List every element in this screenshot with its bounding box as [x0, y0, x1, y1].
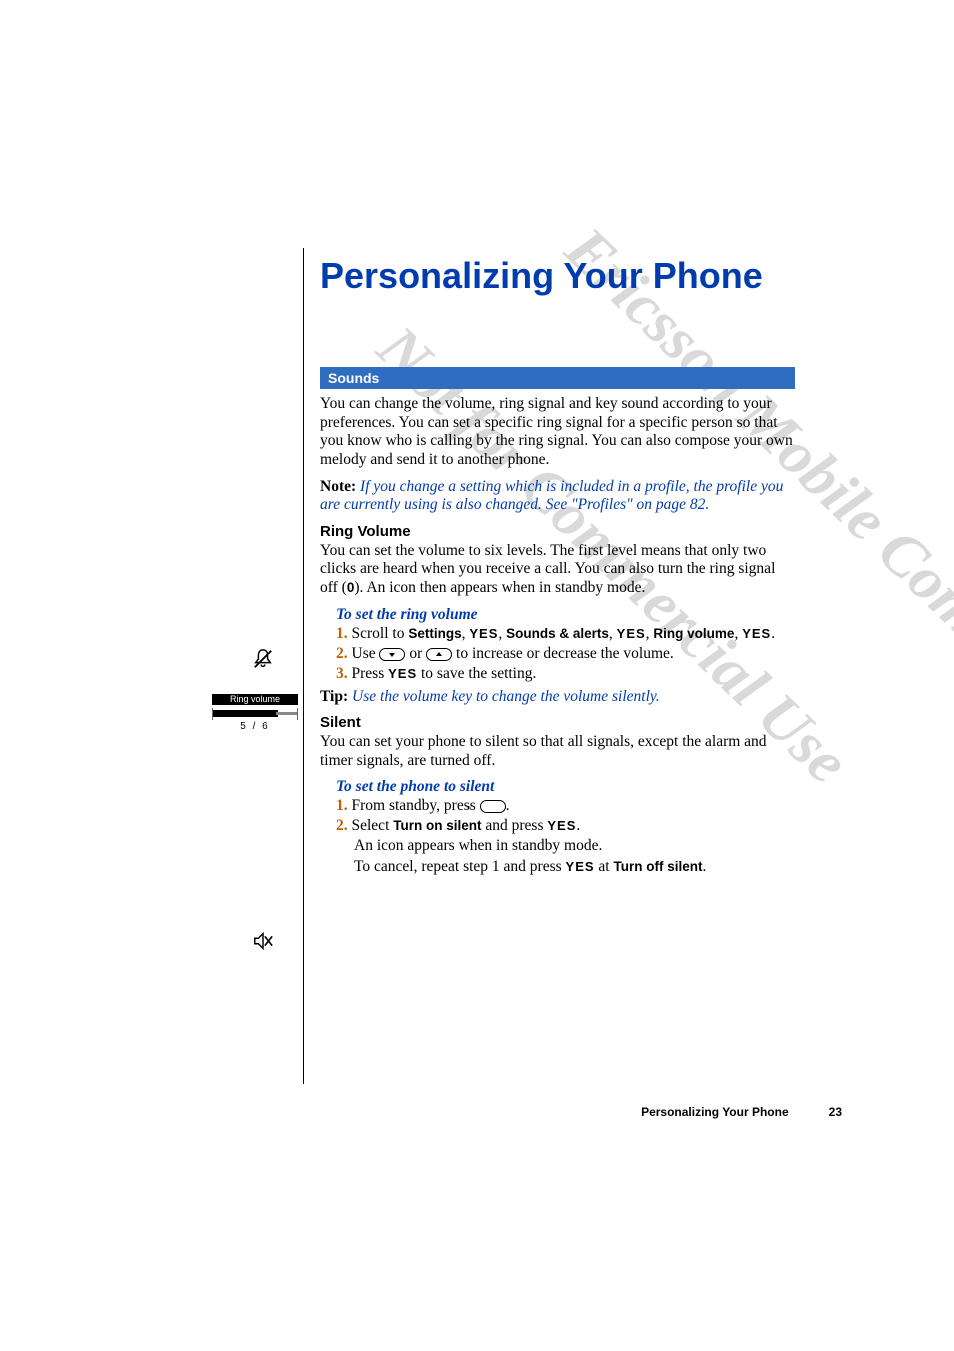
- section-header-sounds: Sounds: [320, 367, 795, 389]
- sl-sub2-mid: at: [595, 858, 614, 875]
- rv-s1-settings: Settings: [408, 626, 461, 641]
- chapter-title: Personalizing Your Phone: [320, 254, 840, 297]
- rv-step-3: 3. Press YES to save the setting.: [336, 664, 811, 684]
- menu-key-icon: ≡: [480, 800, 506, 813]
- step-number-3: 3.: [336, 665, 348, 682]
- volume-slider: [212, 708, 298, 720]
- yes-key: YES: [742, 626, 771, 641]
- rv-s1-ringvol: Ring volume: [653, 626, 734, 641]
- silent-step-1: 1. From standby, press ≡.: [336, 796, 811, 816]
- rv-s1-pre: Scroll to: [352, 625, 409, 642]
- silent-heading: Silent: [320, 714, 840, 731]
- yes-key: YES: [547, 818, 576, 833]
- ring-volume-heading: Ring Volume: [320, 523, 840, 540]
- sl-s2-post: .: [576, 817, 580, 834]
- rv-s1-sounds: Sounds & alerts: [506, 626, 609, 641]
- turn-on-silent: Turn on silent: [393, 818, 481, 833]
- page-number: 23: [792, 1105, 842, 1119]
- yes-key: YES: [388, 666, 417, 681]
- proc-title-silent: To set the phone to silent: [336, 778, 840, 796]
- volume-level-text: 5 / 6: [212, 721, 298, 732]
- tip-block: Tip: Use the volume key to change the vo…: [320, 688, 795, 706]
- proc-title-ring-volume: To set the ring volume: [336, 606, 840, 624]
- rv-s2-post: to increase or decrease the volume.: [452, 645, 674, 662]
- yes-key: YES: [617, 626, 646, 641]
- rv-s3-pre: Press: [352, 665, 389, 682]
- rv-step-2: 2. Use or to increase or decrease the vo…: [336, 644, 811, 664]
- note-body-text: If you change a setting which is include…: [320, 478, 783, 514]
- silent-paragraph: You can set your phone to silent so that…: [320, 733, 795, 770]
- sl-s2-pre: Select: [352, 817, 394, 834]
- yes-key: YES: [566, 859, 595, 874]
- note-label: Note:: [320, 478, 356, 495]
- up-key-icon: [426, 648, 452, 661]
- sl-sub2-post: .: [702, 858, 706, 875]
- step-number-2: 2.: [336, 645, 348, 662]
- step-number-2: 2.: [336, 817, 348, 834]
- turn-off-silent: Turn off silent: [613, 859, 702, 874]
- step-number-1: 1.: [336, 797, 348, 814]
- screen-title: Ring volume: [212, 694, 298, 705]
- note-block: Note: If you change a setting which is i…: [320, 478, 795, 515]
- rv-step-1: 1. Scroll to Settings, YES, Sounds & ale…: [336, 624, 811, 644]
- sl-s2-mid: and press: [482, 817, 548, 834]
- silent-step-2: 2. Select Turn on silent and press YES.: [336, 816, 811, 836]
- sl-sub2-pre: To cancel, repeat step 1 and press: [354, 858, 566, 875]
- ring-volume-screen-illustration: Ring volume 5 / 6: [212, 694, 298, 732]
- page-footer: Personalizing Your Phone 23: [641, 1105, 842, 1119]
- intro-paragraph: You can change the volume, ring signal a…: [320, 395, 795, 469]
- tip-body: Use the volume key to change the volume …: [352, 688, 660, 705]
- tip-label: Tip:: [320, 688, 348, 705]
- ring-off-icon: [252, 648, 274, 670]
- yes-key: YES: [469, 626, 498, 641]
- silent-mode-icon: [252, 930, 274, 952]
- step-number-1: 1.: [336, 625, 348, 642]
- rv-s2-pre: Use: [352, 645, 380, 662]
- rv-s2-mid: or: [405, 645, 426, 662]
- sl-s1-post: .: [506, 797, 510, 814]
- rv-para-b: ). An icon then appears when in standby …: [354, 579, 645, 596]
- page-margin-rule: [303, 248, 304, 1084]
- rv-s3-post: to save the setting.: [417, 665, 536, 682]
- footer-title: Personalizing Your Phone: [641, 1105, 789, 1119]
- silent-sub-1: An icon appears when in standby mode.: [354, 836, 814, 856]
- silent-sub-2: To cancel, repeat step 1 and press YES a…: [354, 857, 814, 877]
- down-key-icon: [379, 648, 405, 661]
- sl-s1-pre: From standby, press: [352, 797, 480, 814]
- ring-volume-paragraph: You can set the volume to six levels. Th…: [320, 542, 795, 598]
